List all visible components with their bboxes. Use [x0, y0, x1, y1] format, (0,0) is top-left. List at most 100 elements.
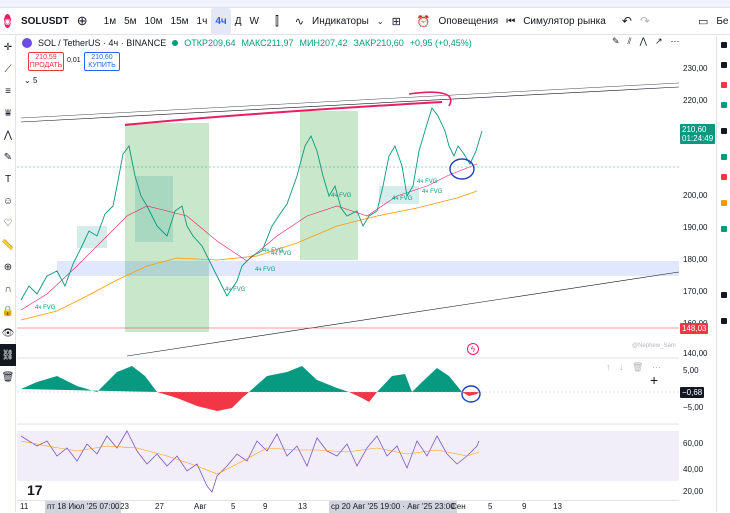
add-pane-icon[interactable]: +	[650, 372, 658, 388]
layout-icon[interactable]: ▭	[694, 8, 712, 35]
date-tick: 13	[298, 502, 307, 511]
chevron-down-icon[interactable]: ⌄	[373, 8, 388, 35]
drawing-toolbar: ✛ ⟋ ≡ ⩸ ⋀ ✎ T ☺ ♡ 📏 ⊕ ∩ 🔒 👁 ⛓ 🗑	[0, 36, 16, 512]
watermark: @Nephew_Sam	[632, 343, 676, 349]
tf-15m[interactable]: 15м	[167, 8, 193, 35]
lightning-icon[interactable]: ϟ	[467, 343, 479, 355]
price-tick: 200,00	[683, 191, 708, 200]
ema-slow	[20, 190, 478, 321]
date-axis[interactable]: 11 пт 18 Июл '25 07:00 23 27 Авг 5 9 13 …	[17, 500, 679, 513]
trash-icon[interactable]: 🗑	[0, 366, 16, 388]
red-marker-icon[interactable]	[720, 174, 727, 180]
indicator-toggle[interactable]: ⌄ 5	[24, 76, 37, 85]
brush-icon[interactable]: ✎	[0, 146, 16, 168]
tf-5m[interactable]: 5м	[120, 8, 140, 35]
red-marker-icon[interactable]	[720, 82, 727, 88]
alerts-side-icon[interactable]	[720, 62, 727, 68]
right-label[interactable]: Бе	[712, 8, 730, 35]
date-tick: 9	[522, 502, 527, 511]
arrow-icon[interactable]: ↗	[655, 36, 663, 48]
date-tick: Авг	[194, 502, 207, 511]
link-icon[interactable]: ⛓	[0, 344, 16, 366]
green-marker-icon[interactable]	[720, 226, 727, 232]
crosshair-icon[interactable]: ✛	[0, 36, 16, 58]
orange-marker-icon[interactable]	[720, 200, 727, 206]
replay-button[interactable]: Симулятор рынка	[519, 8, 610, 35]
spread-value: 0,01	[67, 57, 81, 64]
watchlist-icon[interactable]	[720, 42, 727, 48]
pattern-icon[interactable]: ⋀	[0, 124, 16, 146]
date-tick: 13	[553, 502, 562, 511]
compare-add-icon[interactable]: ⊕	[73, 8, 92, 35]
symbol-name[interactable]: SOLUSDT	[17, 8, 73, 35]
tf-4h[interactable]: 4ч	[211, 7, 231, 35]
rsi-tick: 20,00	[683, 487, 704, 496]
fvg-box	[77, 226, 107, 248]
date-highlight: пт 18 Июл '25 07:00	[45, 501, 122, 513]
indicators-button[interactable]: Индикаторы	[308, 8, 373, 35]
date-tick: 5	[231, 502, 236, 511]
green-marker-icon[interactable]	[720, 154, 727, 160]
indicator-count: 5	[32, 76, 38, 85]
arrow-up-icon[interactable]: ↑	[606, 362, 611, 372]
trash-icon[interactable]: 🗑	[632, 362, 643, 372]
legend-low: МИН207,42	[299, 38, 348, 48]
redo-icon[interactable]: ↷	[636, 8, 654, 35]
dark-marker-icon[interactable]	[720, 292, 727, 298]
emoji-icon[interactable]: ☺	[0, 190, 16, 212]
tf-1h[interactable]: 1ч	[193, 8, 212, 35]
pencil-icon[interactable]: ✎	[612, 36, 620, 48]
templates-icon[interactable]: ⊞	[388, 8, 405, 35]
horizontal-lines-icon[interactable]: ≡	[0, 80, 16, 102]
eye-icon[interactable]: 👁	[0, 322, 16, 344]
dark-marker-icon[interactable]	[720, 318, 727, 324]
sell-button[interactable]: 210,59 ПРОДАТЬ	[28, 52, 64, 71]
heart-icon[interactable]: ♡	[0, 212, 16, 234]
price-tick: 170,00	[683, 287, 708, 296]
osc-tick: 5,00	[683, 366, 699, 375]
buy-button[interactable]: 210,60 КУПИТЬ	[84, 52, 120, 71]
undo-icon[interactable]: ↶	[618, 8, 636, 35]
candles-icon[interactable]: ⫿	[271, 8, 283, 35]
zoom-icon[interactable]: ⊕	[0, 256, 16, 278]
legend-high: МАКС211,97	[241, 38, 294, 48]
indicators-icon[interactable]: ∿	[291, 8, 308, 35]
price-tick: 140,00	[683, 349, 708, 358]
top-toolbar: ◉ SOLUSDT ⊕ 1м 5м 10м 15м 1ч 4ч Д W ⫿ ∿ …	[0, 7, 730, 35]
path-icon[interactable]: ⫽	[628, 36, 632, 48]
text-icon[interactable]: T	[0, 168, 16, 190]
chart-legend: SOL / TetherUS · 4ч · BINANCE ОТКР209,64…	[22, 38, 472, 48]
hand-drawn-resistance	[124, 101, 443, 126]
replay-icon[interactable]: ⏮	[502, 8, 519, 35]
price-axis[interactable]: 230,00 220,00 200,00 190,00 180,00 170,0…	[679, 36, 716, 500]
dark-marker-icon[interactable]	[720, 128, 727, 134]
current-price-tag: 210,60 01:24:49	[680, 124, 716, 144]
more-icon[interactable]: ⋯	[652, 362, 661, 372]
wave-icon[interactable]: ⋀	[640, 36, 647, 48]
symbol-logo: ◉	[4, 14, 11, 28]
ruler-icon[interactable]: 📏	[0, 234, 16, 256]
tf-1m[interactable]: 1м	[100, 8, 120, 35]
alerts-button[interactable]: Оповещения	[434, 8, 502, 35]
legend-open: ОТКР209,64	[184, 38, 236, 48]
green-marker-icon[interactable]	[720, 102, 727, 108]
countdown-value: 01:24:49	[682, 134, 714, 143]
tf-week[interactable]: W	[245, 8, 262, 35]
arrow-down-icon[interactable]: ↓	[619, 362, 624, 372]
osc-tick: −5,00	[683, 403, 704, 412]
legend-title[interactable]: SOL / TetherUS · 4ч · BINANCE	[38, 38, 166, 48]
rsi-tick: 60,00	[683, 439, 704, 448]
chart-canvas[interactable]: 4ч FVG 4ч FVG 4ч FVG 4ч FVG 4ч FVG 4ч FV…	[17, 36, 679, 500]
demand-zone	[57, 261, 679, 276]
tf-10m[interactable]: 10м	[141, 8, 167, 35]
alarm-icon[interactable]: ⏰	[413, 8, 435, 35]
date-tick: 23	[120, 502, 129, 511]
tf-day[interactable]: Д	[231, 8, 246, 35]
trend-line-icon[interactable]: ⟋	[0, 58, 16, 80]
fib-icon[interactable]: ⩸	[0, 102, 16, 124]
lock-icon[interactable]: 🔒	[0, 300, 16, 322]
magnet-icon[interactable]: ∩	[0, 278, 16, 300]
rsi-tick: 40,00	[683, 465, 704, 474]
date-tick: 5	[488, 502, 493, 511]
legend-close: ЗАКР210,60	[353, 38, 404, 48]
